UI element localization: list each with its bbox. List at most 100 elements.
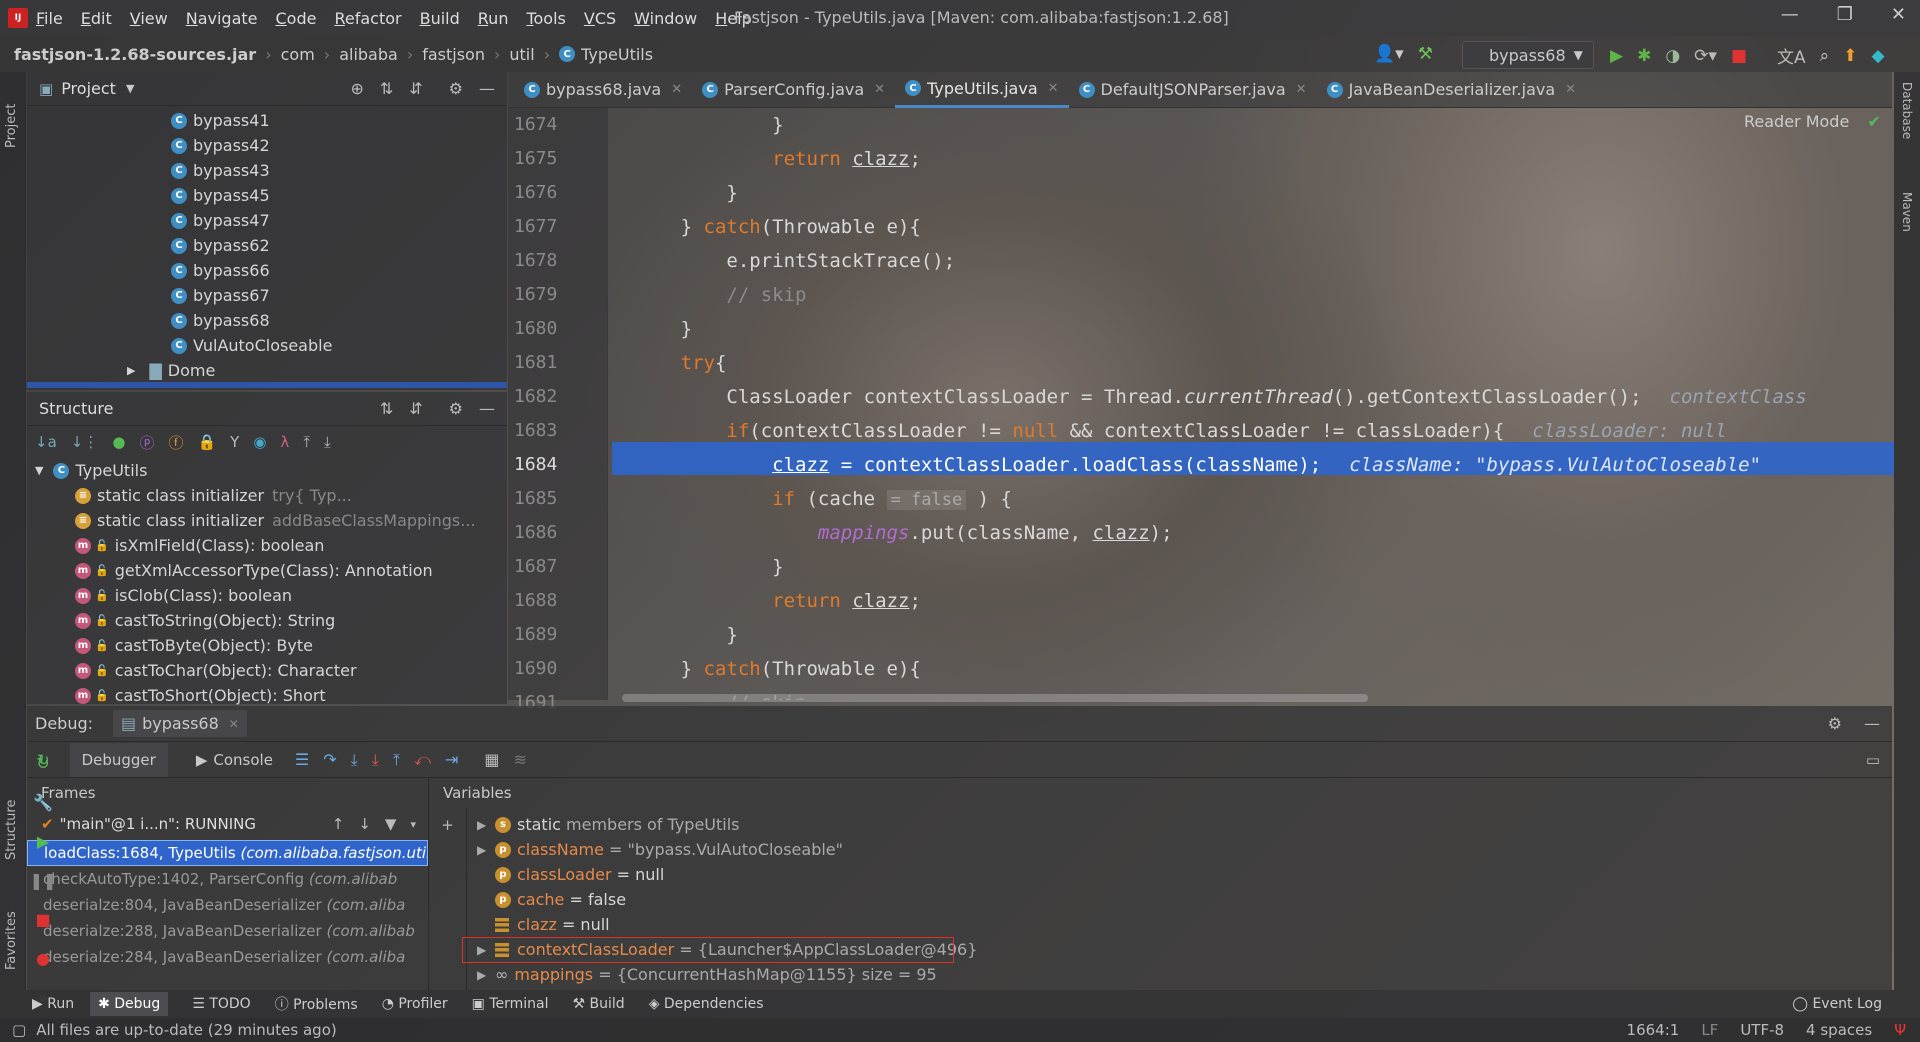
tree-item[interactable]: Cbypass45	[171, 183, 507, 208]
intellij-logo-icon[interactable]: IJ	[8, 8, 28, 28]
chevron-right-icon[interactable]: ▶	[477, 818, 495, 832]
jetbrains-icon[interactable]: ◆	[1871, 46, 1884, 66]
tool-dependencies[interactable]: ◈ Dependencies	[649, 996, 764, 1012]
wrench-icon[interactable]: 🔧	[33, 793, 53, 812]
line-separator[interactable]: LF	[1701, 1021, 1718, 1039]
breadcrumb-util[interactable]: util	[509, 45, 534, 64]
chevron-right-icon[interactable]: ▶	[127, 364, 135, 377]
menu-window[interactable]: Window	[634, 9, 697, 28]
status-toggle-icon[interactable]: ▢	[12, 1021, 26, 1039]
menu-code[interactable]: Code	[276, 9, 317, 28]
gear-icon[interactable]: ⚙	[449, 399, 463, 418]
sort-visibility-icon[interactable]: ↓⋮	[71, 433, 99, 451]
trace-icon[interactable]: ≋	[514, 750, 527, 769]
show-non-public-icon[interactable]: 🔒	[197, 433, 216, 451]
show-classes-icon[interactable]: ●	[112, 433, 125, 451]
add-watch-icon[interactable]: +	[441, 816, 454, 834]
close-icon[interactable]: ✕	[1565, 82, 1576, 97]
expand-all-icon[interactable]: ⇅	[380, 399, 393, 418]
hide-icon[interactable]: —	[1864, 714, 1880, 733]
code-editor[interactable]: } return clazz; } } catch(Throwable e){ …	[612, 108, 1892, 700]
favorites-tool-tab[interactable]: Favorites	[4, 900, 19, 970]
variable-row[interactable]: p cache = false	[469, 887, 1892, 912]
chevron-down-icon[interactable]: ▼	[126, 82, 134, 95]
structure-root[interactable]: ▼ C TypeUtils	[35, 458, 507, 483]
filter-icon[interactable]: ▼	[385, 815, 397, 833]
step-out-icon[interactable]: ⤒	[393, 750, 400, 770]
coverage-icon[interactable]: ◑	[1665, 46, 1680, 66]
reader-mode-toggle[interactable]: Reader Mode ✔	[1744, 112, 1881, 131]
tree-folder-dome[interactable]: ▶ ▇ Dome	[127, 358, 507, 383]
run-icon[interactable]: ▶	[1610, 46, 1623, 66]
tab-javabeandeserializer[interactable]: C JavaBeanDeserializer.java ✕	[1317, 72, 1587, 108]
tree-item[interactable]: Cbypass43	[171, 158, 507, 183]
variable-row[interactable]: clazz = null	[469, 912, 1892, 937]
structure-item[interactable]: ≡ static class initializer addBaseClassMap…	[75, 508, 507, 533]
hammer-build-icon[interactable]: ⚒	[1418, 44, 1433, 64]
tab-console[interactable]: Console	[213, 751, 273, 769]
debug-bug-icon[interactable]: ✱	[1637, 46, 1651, 66]
structure-item[interactable]: m 🔓 isClob(Class): boolean	[75, 583, 507, 608]
show-execution-point-icon[interactable]: ☰	[295, 750, 309, 769]
collapse-all-icon[interactable]: ⇵	[409, 79, 422, 98]
restore-icon[interactable]: ❐	[1837, 4, 1853, 25]
hide-icon[interactable]: —	[479, 79, 495, 98]
show-anonymous-icon[interactable]: ◉	[253, 433, 266, 451]
stop-icon[interactable]: ■	[35, 910, 50, 929]
breadcrumb-com[interactable]: com	[281, 45, 315, 64]
close-icon[interactable]: ✕	[874, 82, 885, 97]
show-lambdas-icon[interactable]: λ	[280, 433, 289, 451]
tool-debug[interactable]: ✱ Debug	[90, 992, 169, 1016]
breadcrumb-typeutils[interactable]: TypeUtils	[581, 45, 653, 64]
tree-item[interactable]: Cbypass68	[171, 308, 507, 333]
autoscroll-to-source-icon[interactable]: ⤒	[303, 433, 310, 451]
up-arrow-icon[interactable]: ↑	[332, 815, 345, 833]
plugin-icon[interactable]: Ψ	[1894, 1021, 1906, 1039]
gear-icon[interactable]: ⚙	[1828, 714, 1842, 733]
show-fields-icon[interactable]: ⓕ	[168, 432, 183, 453]
evaluate-expression-icon[interactable]: ▦	[484, 750, 499, 769]
variable-row[interactable]: ▶ p className = "bypass.VulAutoCloseable"	[469, 837, 1892, 862]
menu-tools[interactable]: Tools	[526, 9, 565, 28]
thread-selector[interactable]: ✔ "main"@1 i...n": RUNNING ↑ ↓ ▼ ▾	[27, 808, 428, 840]
show-properties-icon[interactable]: ⓟ	[139, 432, 154, 453]
autoscroll-from-source-icon[interactable]: ⤓	[324, 433, 331, 451]
project-panel-title[interactable]: Project	[61, 79, 116, 98]
layout-icon[interactable]: ▭	[1866, 751, 1880, 769]
tree-item[interactable]: Cbypass62	[171, 233, 507, 258]
force-step-into-icon[interactable]: ⤓	[372, 750, 379, 770]
user-icon[interactable]: 👤▾	[1374, 44, 1404, 64]
tab-bypass68[interactable]: Cbypass68.java ✕	[514, 72, 692, 108]
tab-defaultjsonparser[interactable]: C DefaultJSONParser.java ✕	[1069, 72, 1317, 108]
show-inherited-icon[interactable]: Y	[230, 433, 239, 451]
tree-item[interactable]: Cbypass67	[171, 283, 507, 308]
collapse-all-icon[interactable]: ⇵	[409, 399, 422, 418]
tool-event-log[interactable]: ◯ Event Log	[1792, 996, 1882, 1012]
run-to-cursor-icon[interactable]: ⇥	[445, 750, 458, 769]
tool-build[interactable]: ⚒ Build	[573, 996, 625, 1012]
step-over-icon[interactable]: ↷	[323, 750, 336, 769]
stack-frame[interactable]: checkAutoType:1402, ParserConfig (com.al…	[27, 866, 428, 892]
variable-row[interactable]: ▶ ∞ mappings = {ConcurrentHashMap@1155} si…	[469, 962, 1892, 987]
stack-frame-selected[interactable]: loadClass:1684, TypeUtils (com.alibaba.f…	[27, 840, 428, 866]
structure-item[interactable]: m 🔓 castToByte(Object): Byte	[75, 633, 507, 658]
resume-icon[interactable]: ▶	[37, 832, 49, 851]
project-tool-tab[interactable]: Project	[4, 78, 19, 148]
search-icon[interactable]: ⌕	[1820, 46, 1830, 66]
tool-todo[interactable]: ☰ TODO	[192, 996, 250, 1012]
tree-item[interactable]: Cbypass42	[171, 133, 507, 158]
translate-icon[interactable]: 文A	[1777, 43, 1806, 68]
tool-run[interactable]: ▶ Run	[32, 996, 74, 1012]
menu-run[interactable]: Run	[478, 9, 509, 28]
tree-item[interactable]: Cbypass47	[171, 208, 507, 233]
menu-vcs[interactable]: VCS	[584, 9, 616, 28]
sort-alpha-icon[interactable]: ↓a	[35, 433, 57, 451]
close-icon[interactable]: ✕	[229, 717, 239, 731]
tree-item[interactable]: Cbypass41	[171, 108, 507, 133]
database-tool-tab[interactable]: Database	[1900, 82, 1914, 139]
structure-item[interactable]: m 🔓 castToString(Object): String	[75, 608, 507, 633]
close-window-icon[interactable]: ✕	[1891, 4, 1906, 25]
drop-frame-icon[interactable]: ⤺	[414, 750, 431, 770]
stop-icon[interactable]: ■	[1731, 46, 1747, 66]
file-encoding[interactable]: UTF-8	[1740, 1021, 1784, 1039]
